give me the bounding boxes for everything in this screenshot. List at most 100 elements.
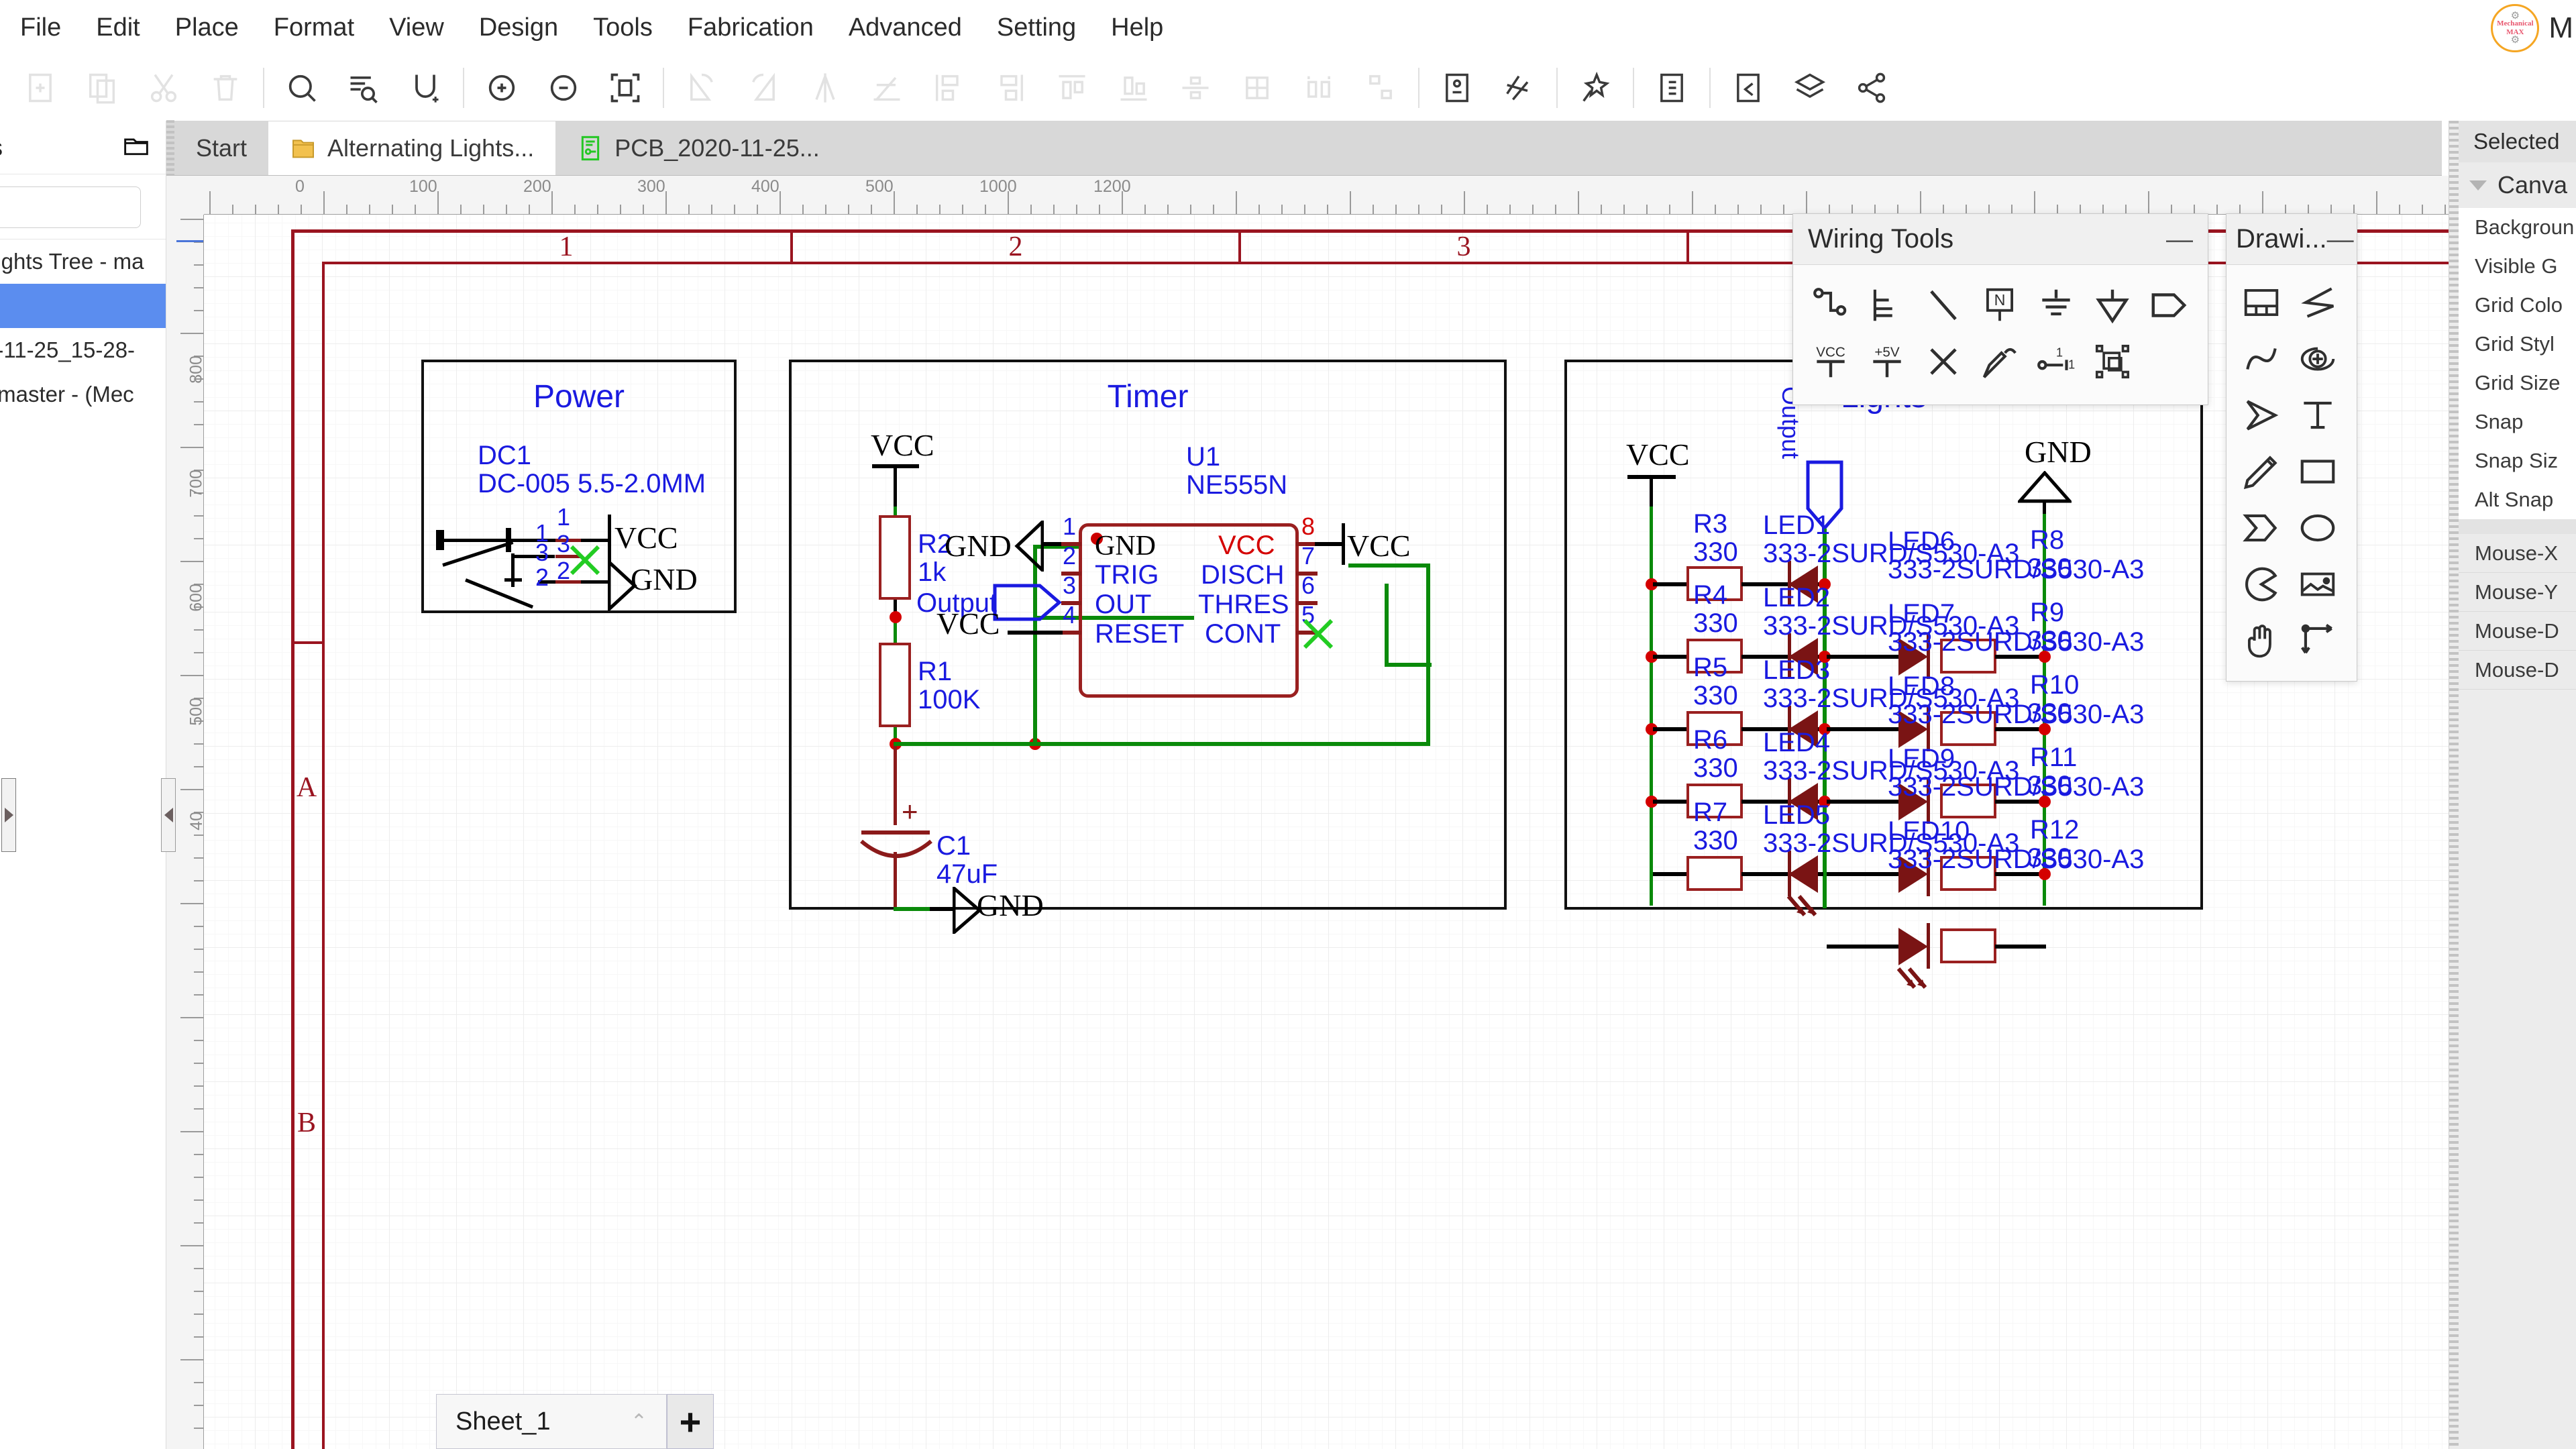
bus-icon[interactable] (1859, 277, 1915, 333)
polyline-icon[interactable] (2290, 274, 2346, 331)
drawing-tools-header[interactable]: Drawi... — (2226, 214, 2357, 265)
led5-symbol[interactable] (1788, 855, 1818, 893)
share-icon[interactable] (1841, 57, 1902, 119)
component-r1[interactable] (879, 643, 911, 727)
menu-item-fabrication[interactable]: Fabrication (670, 0, 831, 55)
distribute-horizontal-icon[interactable] (1288, 57, 1350, 119)
gnd-port-icon[interactable] (2084, 277, 2141, 333)
layers-stack-icon[interactable] (1488, 57, 1550, 119)
zoom-in-icon[interactable] (471, 57, 533, 119)
menu-item-view[interactable]: View (372, 0, 462, 55)
block-power[interactable]: Power DC1 DC-005 5.5-2.0MM 1 3 2 1 3 2 V… (421, 360, 737, 613)
properties-panel-grip[interactable] (2449, 121, 2459, 1449)
line-icon[interactable] (1915, 277, 1972, 333)
menu-item-format[interactable]: Format (256, 0, 372, 55)
layers-icon[interactable] (1779, 57, 1841, 119)
list-item-selected[interactable] (0, 284, 166, 328)
list-item[interactable]: - master - (Mec (0, 372, 166, 417)
image-icon[interactable] (2290, 556, 2346, 612)
component-r7[interactable] (1686, 856, 1743, 891)
block-lights[interactable]: Lights VCC GND Output (1564, 360, 2203, 989)
distribute-vertical-icon[interactable] (1350, 57, 1411, 119)
tab-pcb[interactable]: PCB_2020-11-25... (555, 121, 841, 175)
property-background[interactable]: Backgroun (2459, 208, 2576, 247)
align-center-horizontal-icon[interactable] (1226, 57, 1288, 119)
chevron-up-icon[interactable]: ⌃ (631, 1410, 647, 1434)
add-sheet-button[interactable]: + (667, 1394, 714, 1449)
component-r12[interactable] (1940, 928, 1996, 963)
property-grid-style[interactable]: Grid Styl (2459, 325, 2576, 364)
menu-item-setting[interactable]: Setting (979, 0, 1093, 55)
list-item[interactable]: Lights Tree - ma (0, 239, 166, 284)
drawing-tools-palette[interactable]: Drawi... — (2226, 213, 2357, 682)
bom-icon[interactable] (1641, 57, 1703, 119)
search-icon[interactable] (271, 57, 333, 119)
find-similar-icon[interactable] (333, 57, 394, 119)
probe-icon[interactable] (1972, 333, 2028, 390)
pencil-icon[interactable] (2233, 443, 2290, 500)
menu-item-edit[interactable]: Edit (78, 0, 157, 55)
zoom-out-icon[interactable] (533, 57, 594, 119)
menu-item-help[interactable]: Help (1093, 0, 1181, 55)
arc-icon[interactable] (2290, 331, 2346, 387)
copy-icon[interactable] (71, 57, 133, 119)
project-search-input[interactable] (0, 186, 141, 228)
plus5v-symbol-icon[interactable]: +5V (1859, 333, 1915, 390)
align-center-vertical-icon[interactable] (1165, 57, 1226, 119)
fit-to-screen-icon[interactable] (594, 57, 656, 119)
netlabel-icon[interactable]: N (1972, 277, 2028, 333)
open-folder-icon[interactable] (121, 132, 151, 162)
vcc-symbol-icon[interactable]: VCC (1803, 333, 1859, 390)
minimize-button[interactable]: — (2166, 226, 2193, 253)
left-panel-collapse-handle[interactable] (161, 778, 176, 852)
place-part-icon[interactable] (2084, 333, 2141, 390)
table-icon[interactable] (2233, 274, 2290, 331)
property-snap[interactable]: Snap (2459, 402, 2576, 441)
magic-wand-icon[interactable] (1564, 57, 1626, 119)
design-manager-icon[interactable] (1426, 57, 1488, 119)
property-alt-snap[interactable]: Alt Snap (2459, 480, 2576, 519)
rotate-ccw-icon[interactable] (671, 57, 733, 119)
property-grid-color[interactable]: Grid Colo (2459, 286, 2576, 325)
sheet-tab-sheet1[interactable]: Sheet_1 ⌃ (436, 1394, 667, 1449)
property-snap-size[interactable]: Snap Siz (2459, 441, 2576, 480)
mirror-horizontal-icon[interactable] (856, 57, 918, 119)
ellipse-icon[interactable] (2290, 500, 2346, 556)
menu-item-place[interactable]: Place (158, 0, 256, 55)
led10-symbol[interactable] (1898, 928, 1928, 965)
delete-icon[interactable] (195, 57, 256, 119)
property-grid-size[interactable]: Grid Size (2459, 364, 2576, 402)
property-visible-grid[interactable]: Visible G (2459, 247, 2576, 286)
component-r2[interactable] (879, 515, 911, 600)
measure-icon[interactable] (394, 57, 456, 119)
tab-alternating-lights[interactable]: Alternating Lights... (268, 121, 556, 175)
polygon-arrow-icon[interactable] (2233, 387, 2290, 443)
rotate-cw-icon[interactable] (733, 57, 794, 119)
chevron-shape-icon[interactable] (2233, 500, 2290, 556)
align-right-icon[interactable] (979, 57, 1041, 119)
rectangle-icon[interactable] (2290, 443, 2346, 500)
spline-icon[interactable] (2233, 331, 2290, 387)
wire-icon[interactable] (1803, 277, 1859, 333)
minimize-button[interactable]: — (2327, 226, 2354, 253)
dimension-icon[interactable] (2290, 612, 2346, 669)
ground-icon[interactable] (2028, 277, 2084, 333)
wiring-tools-header[interactable]: Wiring Tools — (1793, 214, 2208, 265)
menu-item-file[interactable]: File (0, 0, 78, 55)
right-panel-collapse-handle[interactable] (1, 778, 16, 852)
pin-icon[interactable]: 11 (2028, 333, 2084, 390)
block-timer[interactable]: Timer VCC R2 1k R1 100K + C1 47uF GND U1… (789, 360, 1507, 934)
align-top-icon[interactable] (1041, 57, 1103, 119)
net-port-icon[interactable] (2141, 277, 2197, 333)
menu-item-advanced[interactable]: Advanced (831, 0, 979, 55)
tab-start[interactable]: Start (174, 121, 268, 175)
pan-hand-icon[interactable] (2233, 612, 2290, 669)
export-icon[interactable] (1717, 57, 1779, 119)
list-item[interactable]: 0-11-25_15-28- (0, 328, 166, 372)
mirror-vertical-icon[interactable] (794, 57, 856, 119)
wiring-tools-palette[interactable]: Wiring Tools — N VCC +5V 11 (1792, 213, 2208, 405)
properties-group-canvas[interactable]: Canva (2459, 162, 2576, 208)
menu-item-tools[interactable]: Tools (576, 0, 670, 55)
menu-item-design[interactable]: Design (462, 0, 576, 55)
no-connect-icon[interactable] (1915, 333, 1972, 390)
